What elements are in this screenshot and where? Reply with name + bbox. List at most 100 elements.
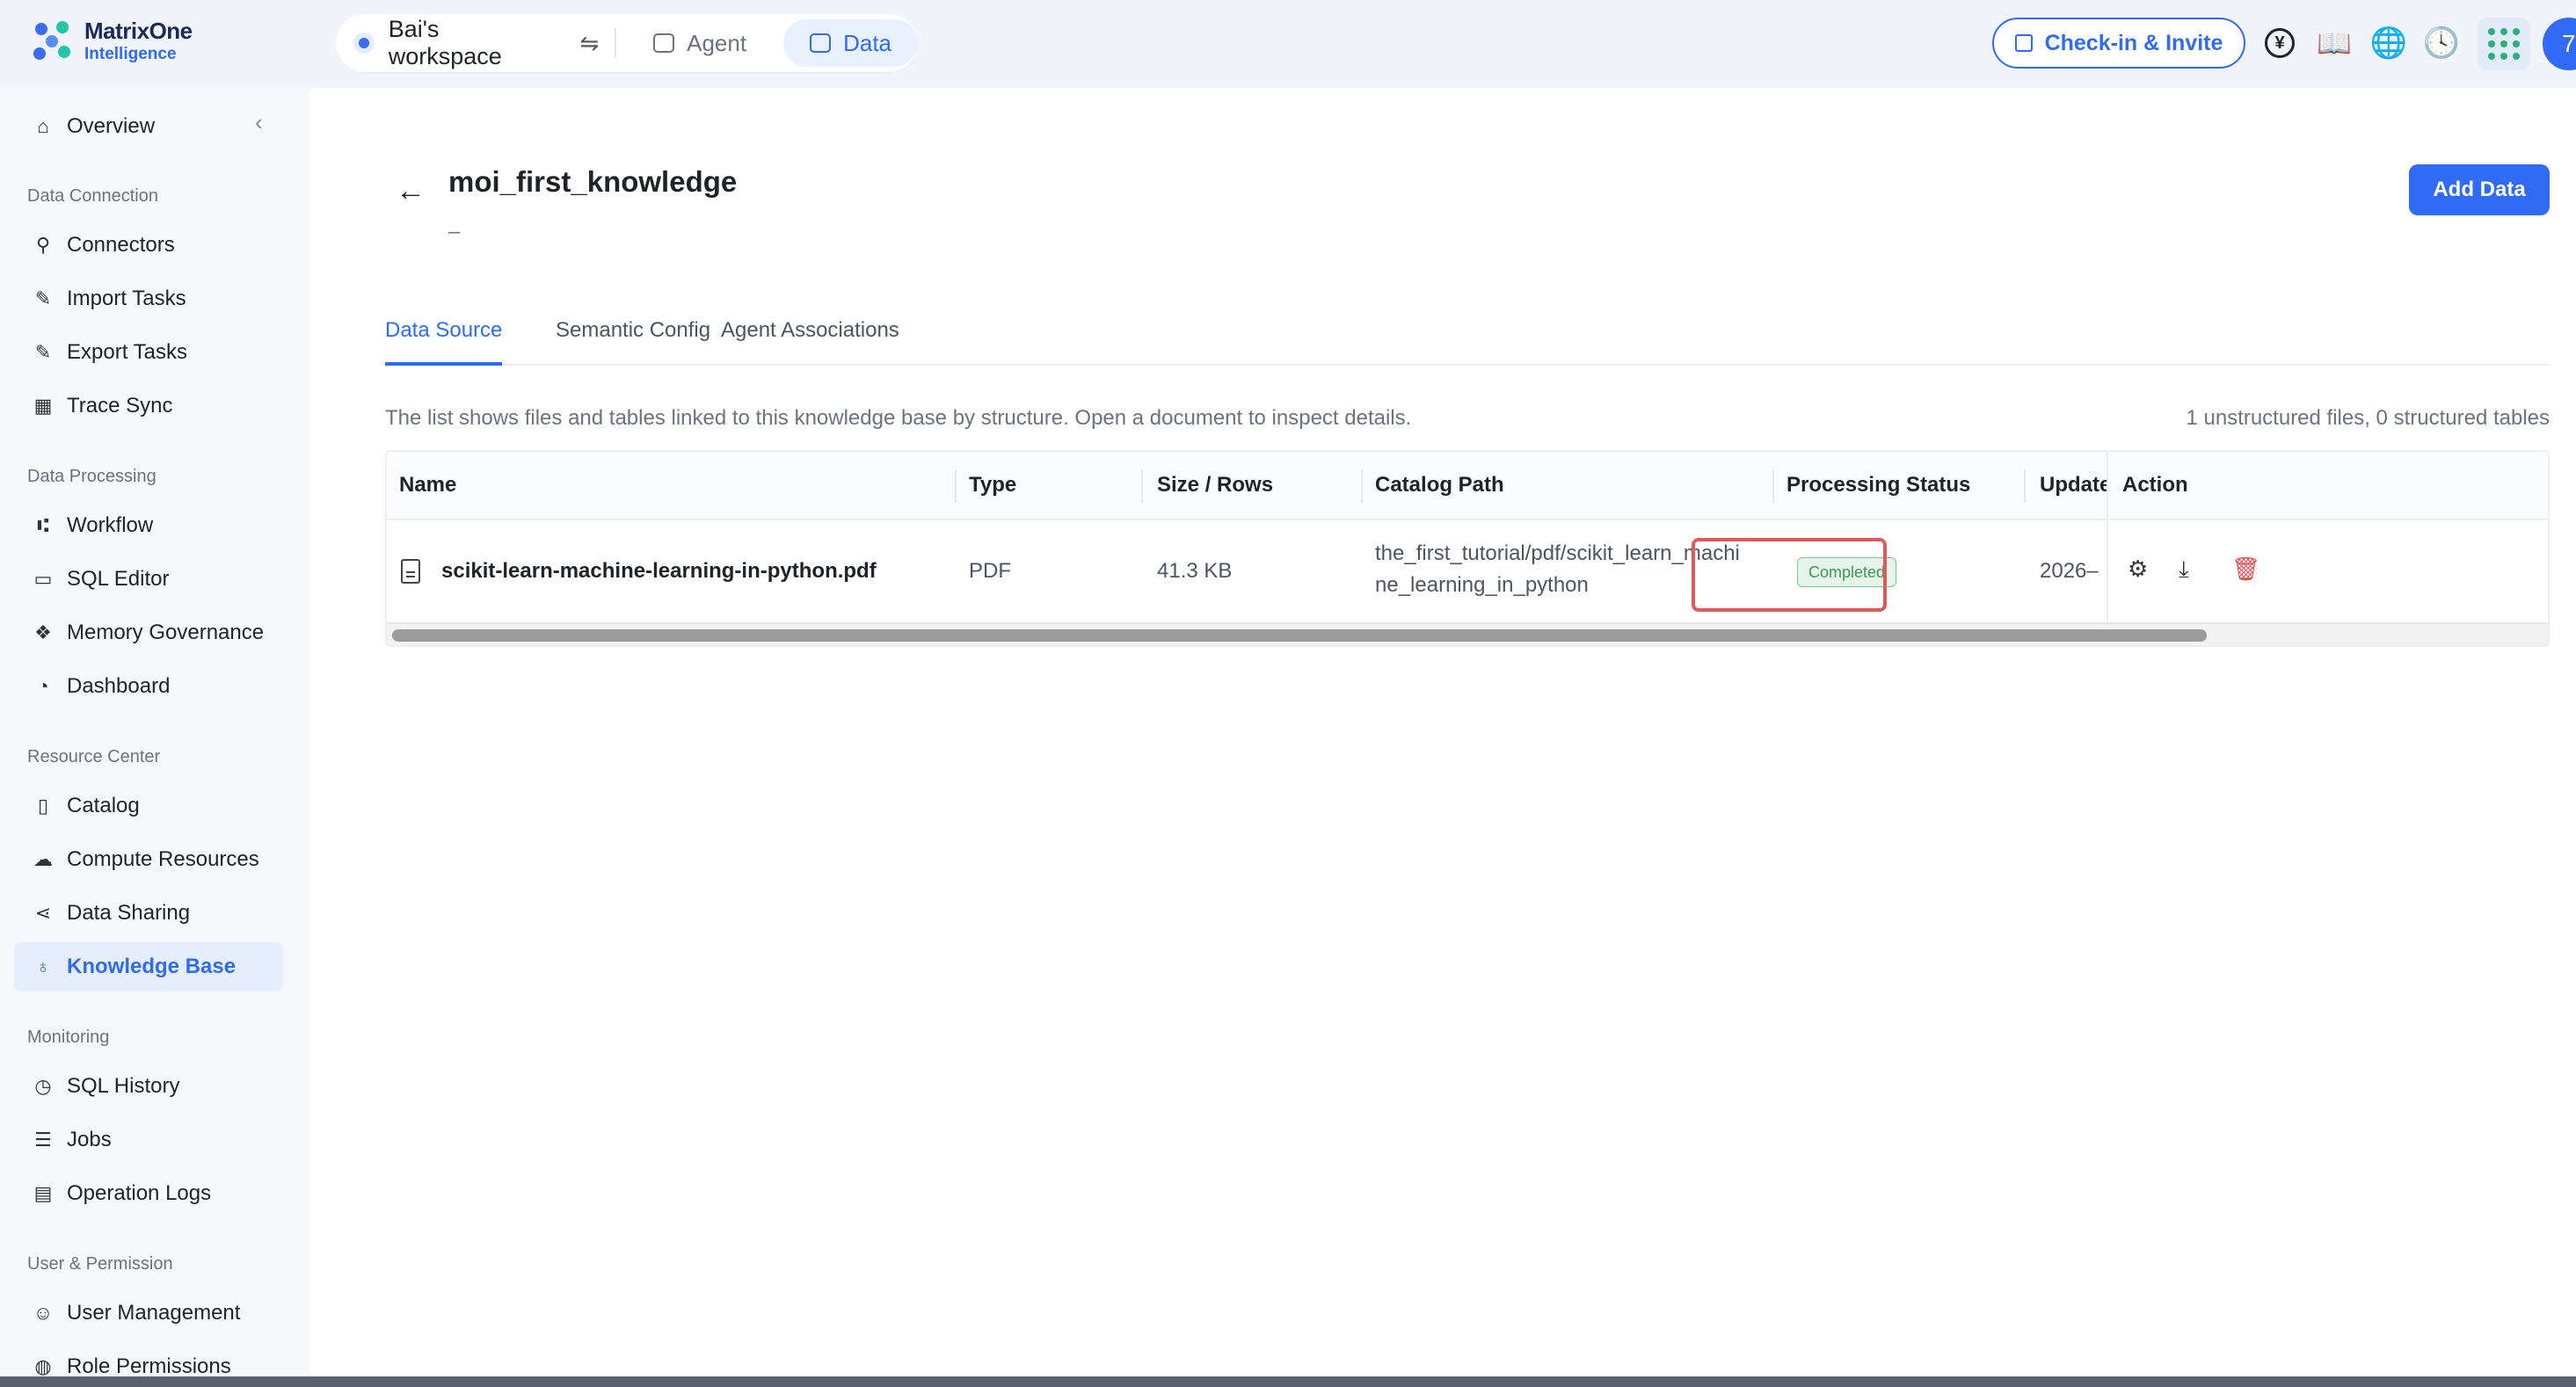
sidebar-item-label: Import Tasks: [67, 287, 186, 310]
status-highlight-box: [1692, 538, 1887, 612]
top-bar: MatrixOne Intelligence Bai's workspace ⇋…: [0, 0, 2576, 88]
catalog-icon: ▯: [37, 795, 49, 817]
sidebar-item-workflow[interactable]: ⑆ Workflow: [14, 501, 283, 550]
sidebar-item-sql-editor[interactable]: ▭ SQL Editor: [14, 555, 283, 604]
home-icon: ⌂: [37, 115, 49, 137]
apps-grid-icon[interactable]: [2478, 18, 2530, 70]
back-arrow-icon[interactable]: ←: [396, 174, 426, 208]
gauge-icon: ◔: [37, 675, 49, 697]
sidebar-item-memory-governance[interactable]: ❖ Memory Governance: [14, 608, 283, 657]
sidebar-item-label: Compute Resources: [67, 847, 259, 871]
divider: [615, 28, 617, 58]
nav-data-button[interactable]: Data: [783, 19, 918, 67]
log-icon: ▤: [33, 1182, 53, 1204]
column-header-update: Update: [2040, 473, 2112, 497]
workspace-status-dot: [359, 38, 369, 48]
page-title: moi_first_knowledge: [448, 165, 738, 198]
sidebar-item-import-tasks[interactable]: ✎ Import Tasks: [14, 274, 283, 323]
download-icon[interactable]: ⤓: [2179, 556, 2189, 584]
sidebar-item-compute-resources[interactable]: ☁ Compute Resources: [14, 835, 283, 884]
avatar[interactable]: 7: [2543, 18, 2576, 70]
page-description: –: [448, 220, 461, 243]
sidebar-item-export-tasks[interactable]: ✎ Export Tasks: [14, 328, 283, 377]
catalog-path-line1: the_first_tutorial/pdf/scikit_learn_mach…: [1375, 541, 1740, 565]
sidebar-item-knowledge-base[interactable]: ♁ Knowledge Base: [14, 942, 283, 991]
data-icon: [810, 33, 832, 53]
file-size: 41.3 KB: [1157, 559, 1233, 583]
yen-icon[interactable]: ¥: [2263, 26, 2296, 60]
sidebar-item-operation-logs[interactable]: ▤ Operation Logs: [14, 1169, 283, 1218]
nav-agent-label: Agent: [687, 29, 747, 56]
sidebar-item-dashboard[interactable]: ◔ Dashboard: [14, 662, 283, 711]
sidebar-item-catalog[interactable]: ▯ Catalog: [14, 781, 283, 831]
add-data-button[interactable]: Add Data: [2409, 164, 2550, 215]
delete-icon[interactable]: 🗑: [2231, 556, 2260, 583]
sidebar-item-label: Overview: [67, 114, 156, 138]
file-name[interactable]: scikit-learn-machine-learning-in-python.…: [441, 559, 877, 584]
sidebar-group-title: Data Processing: [27, 467, 156, 486]
horizontal-scrollbar[interactable]: [387, 622, 2548, 645]
tab-semantic-config[interactable]: Semantic Config: [556, 318, 710, 362]
sidebar: ⌂ Overview ‹ Data Connection ⚲ Connectors…: [0, 88, 309, 1387]
settings-icon[interactable]: ⚙: [2128, 556, 2148, 583]
nav-agent-button[interactable]: Agent: [627, 19, 773, 67]
sidebar-item-label: Jobs: [67, 1128, 112, 1151]
window-bottom-edge: [0, 1376, 2576, 1387]
column-header-type: Type: [969, 473, 1017, 497]
sidebar-item-label: Export Tasks: [67, 340, 187, 364]
workspace-switcher: Bai's workspace ⇋ Agent Data: [336, 14, 918, 72]
edit-icon: ✎: [34, 341, 52, 363]
app-logo[interactable]: MatrixOne Intelligence: [30, 18, 193, 63]
file-icon: [401, 559, 420, 584]
column-header-processing-status: Processing Status: [1786, 473, 1971, 497]
sidebar-item-user-management[interactable]: ☺ User Management: [14, 1289, 283, 1338]
info-text: The list shows files and tables linked t…: [385, 406, 1412, 430]
sidebar-item-jobs[interactable]: ☰ Jobs: [14, 1115, 283, 1165]
workflow-icon: ⑆: [37, 514, 49, 536]
column-header-name: Name: [399, 473, 457, 497]
scrollbar-thumb[interactable]: [392, 629, 2207, 642]
tab-agent-associations[interactable]: Agent Associations: [721, 318, 899, 362]
column-header-size: Size / Rows: [1157, 473, 1274, 497]
action-column: Action ⚙ ⤓ 🗑: [2107, 452, 2548, 622]
sidebar-item-label: Catalog: [67, 794, 140, 817]
list-icon: ☰: [34, 1129, 52, 1151]
sidebar-group-title: User & Permission: [27, 1254, 173, 1274]
sidebar-item-label: Trace Sync: [67, 394, 173, 418]
checkin-label: Check-in & Invite: [2044, 30, 2223, 55]
column-header-catalog-path: Catalog Path: [1375, 473, 1504, 497]
sidebar-item-data-sharing[interactable]: ⋖ Data Sharing: [14, 889, 283, 938]
sidebar-item-label: Dashboard: [67, 674, 171, 698]
logo-title: MatrixOne: [84, 17, 193, 44]
globe-icon[interactable]: 🌐: [2370, 26, 2407, 60]
main-content: ← moi_first_knowledge – Add Data Data So…: [309, 88, 2576, 1387]
book-icon[interactable]: 📖: [2317, 26, 2352, 60]
sidebar-item-label: Connectors: [67, 233, 175, 257]
shield-icon: ◍: [34, 1355, 52, 1377]
catalog-path-line2: ne_learning_in_python: [1375, 573, 1589, 597]
calendar-icon: ▦: [33, 395, 53, 417]
sidebar-item-trace-sync[interactable]: ▦ Trace Sync: [14, 381, 283, 431]
checkin-invite-button[interactable]: Check-in & Invite: [1992, 18, 2245, 69]
sidebar-item-label: User Management: [67, 1301, 241, 1325]
clock-icon[interactable]: 🕓: [2423, 26, 2460, 60]
collapse-sidebar-icon[interactable]: ‹: [255, 109, 263, 136]
sidebar-item-connectors[interactable]: ⚲ Connectors: [14, 221, 283, 270]
sidebar-item-label: Memory Governance: [67, 621, 265, 644]
swap-icon[interactable]: ⇋: [579, 30, 599, 57]
workspace-name[interactable]: Bai's workspace: [389, 16, 556, 70]
tab-data-source[interactable]: Data Source: [385, 318, 503, 366]
data-source-table: Name Type Size / Rows Catalog Path Proce…: [385, 450, 2550, 647]
sidebar-item-label: Knowledge Base: [67, 955, 236, 978]
plug-icon: ⚲: [35, 234, 51, 256]
sidebar-item-sql-history[interactable]: ◷ SQL History: [14, 1062, 283, 1111]
monitor-icon: ▭: [33, 568, 53, 590]
nav-data-label: Data: [843, 29, 891, 56]
cloud-icon: ☁: [33, 848, 53, 870]
sidebar-item-overview[interactable]: ⌂ Overview: [14, 102, 283, 151]
sidebar-group-title: Monitoring: [27, 1028, 110, 1047]
update-time: 2026–: [2040, 559, 2099, 583]
logo-subtitle: Intelligence: [84, 44, 177, 63]
sidebar-item-label: Workflow: [67, 513, 154, 537]
lightbulb-icon: ♁: [35, 955, 51, 977]
